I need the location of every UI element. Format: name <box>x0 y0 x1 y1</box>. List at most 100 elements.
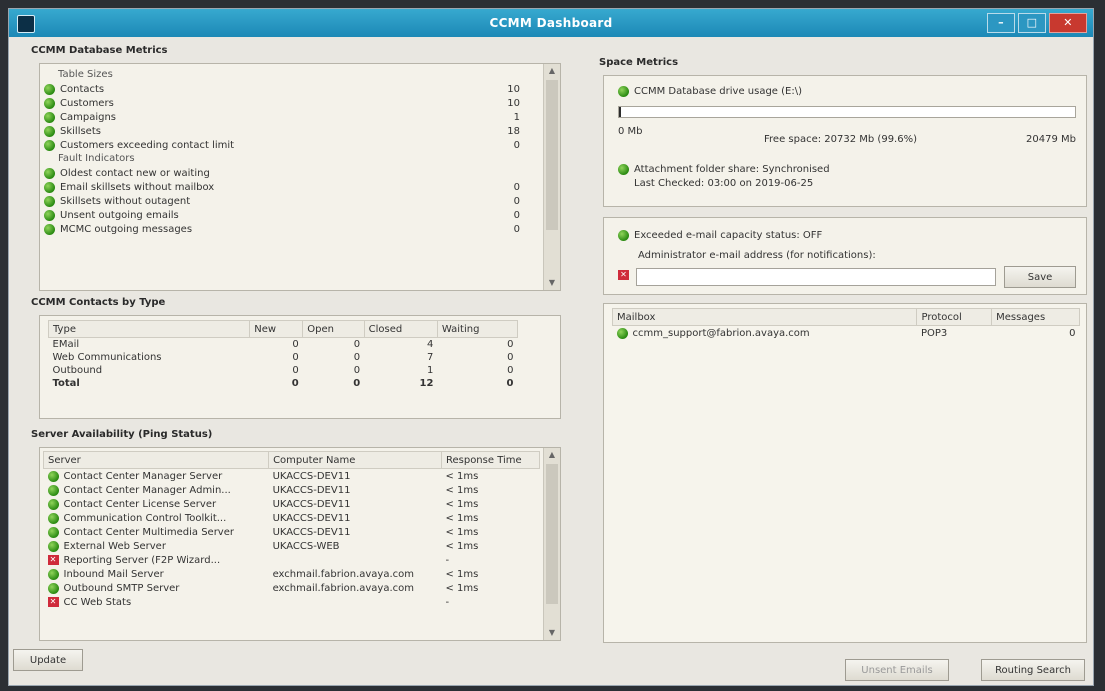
space-metrics-panel: CCMM Database drive usage (E:\) 0 Mb Fre… <box>603 75 1087 207</box>
server-name-wrap: Outbound SMTP Server <box>47 581 265 595</box>
app-icon <box>17 15 35 33</box>
response-time-cell: < 1ms <box>445 540 479 552</box>
status-ok-icon <box>47 498 59 510</box>
new-cell: 0 <box>292 352 299 363</box>
table-row[interactable]: Inbound Mail Server exchmail.fabrion.avay… <box>44 567 540 581</box>
server-cell: Contact Center License Server <box>44 497 269 511</box>
server-name: Inbound Mail Server <box>63 568 164 580</box>
type-cell: Web Communications <box>52 352 162 363</box>
status-ok-icon <box>44 111 55 123</box>
column-header[interactable]: Computer Name <box>268 451 442 469</box>
table-row[interactable]: Contact Center Manager Admin... UKACCS-DE… <box>44 483 540 497</box>
table-row[interactable]: ✕ CC Web Stats - <box>44 595 540 609</box>
metric-label: Contacts <box>60 83 105 95</box>
column-header[interactable]: Messages <box>991 308 1080 326</box>
server-name-wrap: Contact Center Multimedia Server <box>47 525 265 539</box>
column-header[interactable]: Type <box>47 320 251 338</box>
status-ok-icon <box>44 139 55 151</box>
server-cell: Contact Center Multimedia Server <box>44 525 269 539</box>
column-header[interactable]: Mailbox <box>611 308 918 326</box>
open-cell: 0 <box>353 352 361 363</box>
table-row[interactable]: Contact Center Manager Server UKACCS-DEV1… <box>44 469 540 484</box>
waiting-cell: 0 <box>507 339 514 350</box>
protocol-cell: POP3 <box>920 327 948 339</box>
metric-label: Oldest contact new or waiting <box>60 167 210 179</box>
scroll-down-icon[interactable]: ▼ <box>544 626 560 640</box>
metric-value: 18 <box>507 125 520 137</box>
column-header[interactable]: Closed <box>363 320 438 338</box>
table-row[interactable]: Communication Control Toolkit... UKACCS-D… <box>44 511 540 525</box>
admin-email-input[interactable] <box>636 268 996 286</box>
server-name: Communication Control Toolkit... <box>63 512 227 524</box>
server-name: Contact Center Multimedia Server <box>63 526 234 538</box>
scroll-thumb[interactable] <box>546 80 558 230</box>
table-row[interactable]: ccmm_support@fabrion.avaya.com POP3 0 <box>613 326 1080 341</box>
table-row: Total 0 0 12 0 <box>49 377 518 390</box>
update-button[interactable]: Update <box>13 649 83 671</box>
close-button[interactable]: ✕ <box>1049 13 1087 33</box>
status-error-icon: ✕ <box>47 597 59 607</box>
save-button[interactable]: Save <box>1004 266 1076 288</box>
scroll-up-icon[interactable]: ▲ <box>544 64 560 78</box>
metric-label: Unsent outgoing emails <box>60 209 179 221</box>
column-header[interactable]: Protocol <box>916 308 993 326</box>
table-row[interactable]: Contact Center Multimedia Server UKACCS-D… <box>44 525 540 539</box>
metric-row: Email skillsets without mailbox 0 <box>44 180 520 194</box>
server-name-wrap: Communication Control Toolkit... <box>47 511 265 525</box>
server-cell: ✕ Reporting Server (F2P Wizard... <box>44 553 269 567</box>
db-volume-row: CCMM Database drive usage (E:\) <box>618 84 802 98</box>
open-cell: 0 <box>353 365 361 376</box>
computer-name-cell: UKACCS-DEV11 <box>272 498 351 510</box>
metric-row: Unsent outgoing emails 0 <box>44 208 520 222</box>
error-icon: ✕ <box>618 270 629 280</box>
table-row[interactable]: External Web Server UKACCS-WEB < 1ms <box>44 539 540 553</box>
maximize-button[interactable]: □ <box>1018 13 1046 33</box>
minimize-button[interactable]: – <box>987 13 1015 33</box>
column-header[interactable]: Open <box>302 320 365 338</box>
metric-row: Customers exceeding contact limit 0 <box>44 138 520 152</box>
space-metrics-title: Space Metrics <box>599 57 679 68</box>
scroll-down-icon[interactable]: ▼ <box>544 276 560 290</box>
column-header[interactable]: Response Time <box>440 451 541 469</box>
db-metrics-group: CCMM Database Metrics Table Sizes Contac… <box>31 45 563 293</box>
db-metrics-scrollbar[interactable]: ▲ ▼ <box>543 64 560 290</box>
table-row[interactable]: Outbound SMTP Server exchmail.fabrion.ava… <box>44 581 540 595</box>
column-header[interactable]: New <box>249 320 304 338</box>
table-row[interactable]: ✕ Reporting Server (F2P Wizard... - <box>44 553 540 567</box>
metric-row: MCMC outgoing messages 0 <box>44 222 520 236</box>
last-checked-label: Last Checked: 03:00 on 2019-06-25 <box>634 178 814 189</box>
status-ok-icon <box>618 163 629 175</box>
new-cell: 0 <box>291 378 299 389</box>
metric-label: MCMC outgoing messages <box>60 223 193 235</box>
waiting-cell: 0 <box>506 378 514 389</box>
computer-name-cell: exchmail.fabrion.avaya.com <box>272 568 414 580</box>
contacts-table: Type New Open Closed Waiting EMail 0 0 4 0 Web Co… <box>47 320 519 390</box>
server-name: CC Web Stats <box>63 596 132 608</box>
computer-name-cell <box>269 595 442 609</box>
metric-value: 1 <box>513 111 520 123</box>
closed-cell: 1 <box>427 365 434 376</box>
db-volume-label: CCMM Database drive usage (E:\) <box>634 85 802 97</box>
server-cell: ✕ CC Web Stats <box>44 595 269 609</box>
table-row: Web Communications 0 0 7 0 <box>49 351 518 364</box>
metric-row: Contacts 10 <box>44 82 520 96</box>
routing-search-button[interactable]: Routing Search <box>981 659 1085 681</box>
server-scrollbar[interactable]: ▲ ▼ <box>543 448 560 640</box>
table-row[interactable]: Contact Center License Server UKACCS-DEV1… <box>44 497 540 511</box>
response-time-cell: < 1ms <box>445 512 479 524</box>
status-ok-icon <box>618 85 629 97</box>
status-ok-icon <box>44 181 55 193</box>
server-cell: Contact Center Manager Admin... <box>44 483 269 497</box>
unsent-emails-button[interactable]: Unsent Emails <box>845 659 949 681</box>
waiting-cell: 0 <box>507 352 514 363</box>
metric-label: Skillsets <box>60 125 101 137</box>
email-alert-panel: Exceeded e-mail capacity status: OFF Adm… <box>603 217 1087 295</box>
scroll-up-icon[interactable]: ▲ <box>544 448 560 462</box>
computer-name-cell: exchmail.fabrion.avaya.com <box>272 582 414 594</box>
contacts-table-panel: Type New Open Closed Waiting EMail 0 0 4 0 Web Co… <box>39 315 561 419</box>
scroll-thumb[interactable] <box>546 464 558 604</box>
column-header[interactable]: Server <box>42 451 270 469</box>
column-header[interactable]: Waiting <box>436 320 519 338</box>
server-table: Server Computer Name Response Time Contact… <box>42 451 541 609</box>
mailbox-name: ccmm_support@fabrion.avaya.com <box>632 327 810 339</box>
